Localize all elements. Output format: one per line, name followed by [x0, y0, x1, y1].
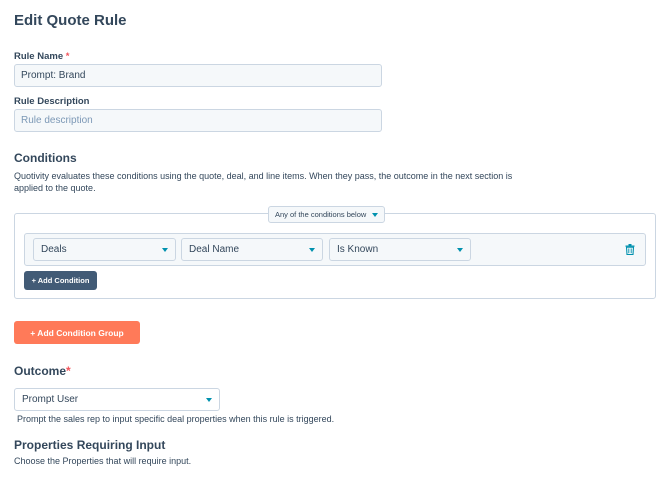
chevron-down-icon	[162, 247, 168, 252]
properties-input-description: Choose the Properties that will require …	[14, 456, 192, 466]
condition-object-select[interactable]: Deals	[33, 238, 176, 261]
chevron-down-icon	[206, 397, 212, 402]
trash-icon[interactable]	[625, 244, 635, 255]
chevron-down-icon	[457, 247, 463, 252]
required-mark: *	[65, 51, 70, 62]
rule-name-label-text: Rule Name	[14, 51, 64, 62]
outcome-help-text: Prompt the sales rep to input specific d…	[17, 414, 335, 424]
outcome-selected-value: Prompt User	[22, 394, 79, 405]
condition-operator-select[interactable]: Is Known	[329, 238, 471, 261]
required-mark: *	[66, 364, 71, 378]
outcome-title: Outcome*	[14, 364, 71, 378]
condition-property-value: Deal Name	[189, 244, 240, 255]
condition-object-value: Deals	[41, 244, 67, 255]
rule-description-input[interactable]: Rule description	[14, 109, 382, 132]
conditions-title: Conditions	[14, 151, 77, 165]
add-condition-button[interactable]: + Add Condition	[24, 271, 97, 290]
chevron-down-icon	[309, 247, 315, 252]
condition-operator-value: Is Known	[337, 244, 379, 255]
rule-description-label: Rule Description	[14, 96, 90, 107]
match-type-label: Any of the conditions below	[275, 210, 367, 219]
chevron-down-icon	[372, 212, 379, 217]
condition-property-select[interactable]: Deal Name	[181, 238, 323, 261]
match-type-dropdown[interactable]: Any of the conditions below	[268, 206, 386, 223]
page-title: Edit Quote Rule	[14, 12, 127, 29]
outcome-select[interactable]: Prompt User	[14, 388, 220, 411]
properties-input-title: Properties Requiring Input	[14, 438, 166, 452]
outcome-title-text: Outcome	[14, 364, 67, 378]
rule-name-label: Rule Name *	[14, 51, 69, 62]
rule-name-input[interactable]: Prompt: Brand	[14, 64, 382, 87]
conditions-description: Quotivity evaluates these conditions usi…	[14, 171, 513, 193]
add-condition-group-button[interactable]: + Add Condition Group	[14, 321, 140, 344]
